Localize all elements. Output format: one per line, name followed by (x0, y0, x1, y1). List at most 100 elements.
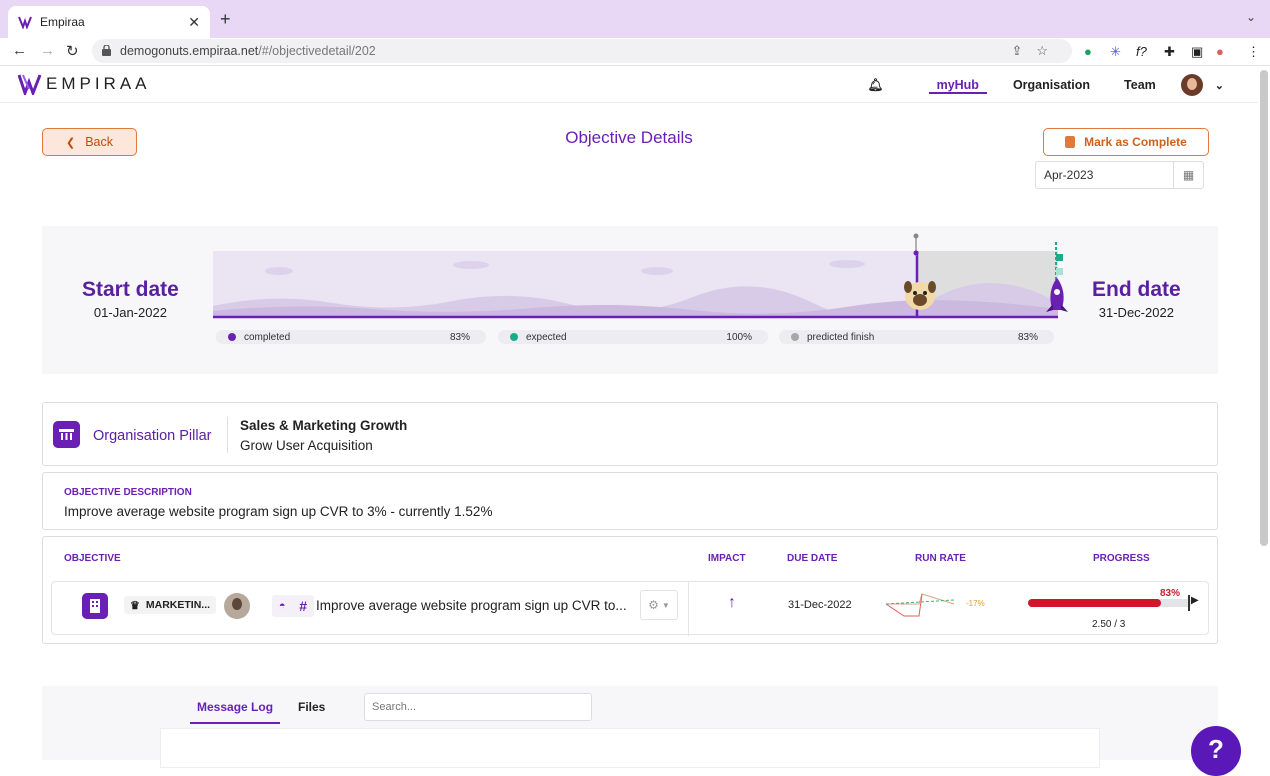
run-rate-sparkline: -17% (885, 593, 985, 617)
pillar-divider (227, 417, 228, 453)
tab-search-chevron-icon[interactable]: ⌄ (1246, 10, 1256, 24)
run-rate-value: -17% (966, 599, 985, 608)
progress-target-marker (1188, 595, 1190, 611)
hash-icon: # (299, 598, 308, 614)
tab-message-log[interactable]: Message Log (189, 700, 281, 724)
legend-predicted-finish: predicted finish 83% (779, 330, 1054, 344)
empiraa-logo-icon (18, 74, 42, 95)
empiraa-logo[interactable]: EMPIRAA (18, 73, 151, 95)
crown-icon: ♛ (130, 599, 140, 612)
message-log-panel: Message Log Files (42, 686, 1218, 768)
caret-down-icon: ▼ (661, 600, 670, 610)
predicted-dot-icon (791, 333, 799, 341)
period-value: Apr-2023 (1044, 168, 1094, 182)
progress-bar: 83% ▶ (1028, 588, 1199, 611)
progress-fill (1028, 599, 1161, 607)
profile-avatar-icon[interactable]: ● (1216, 44, 1224, 59)
description-text: Improve average website program sign up … (64, 504, 493, 519)
legend-predicted-value: 83% (1017, 331, 1038, 343)
play-arrow-icon[interactable]: ▶ (1191, 595, 1199, 606)
gauge-icon: ◓ (278, 600, 286, 612)
department-label: MARKETIN... (145, 599, 211, 611)
nav-link-team[interactable]: Team (1124, 67, 1156, 103)
current-position-marker-icon (913, 233, 919, 256)
formula-extension-icon[interactable]: f? (1136, 44, 1147, 59)
pillar-label: Organisation Pillar (93, 428, 212, 444)
url-host: demogonuts.empiraa.net (120, 44, 259, 58)
completed-dot-icon (228, 333, 236, 341)
pillar-building-icon (53, 421, 80, 448)
mark-as-complete-label: Mark as Complete (1084, 135, 1187, 149)
pillar-subtitle: Grow User Acquisition (240, 438, 373, 453)
row-divider (688, 582, 689, 636)
address-bar-row: ← → ↻ demogonuts.empiraa.net/#/objective… (0, 38, 1270, 66)
share-and-bookmark-icons[interactable]: ⇪☆ (1011, 43, 1062, 59)
legend-expected-label: expected (526, 331, 567, 343)
due-date: 31-Dec-2022 (788, 599, 852, 611)
period-date-picker[interactable]: Apr-2023 ▦ (1035, 161, 1204, 189)
back-arrow-icon[interactable]: ← (12, 42, 27, 59)
gear-icon: ⚙ (648, 598, 659, 612)
mark-as-complete-button[interactable]: Mark as Complete (1043, 128, 1209, 156)
end-date-value: 31-Dec-2022 (1098, 305, 1174, 320)
browser-tab-strip: Empiraa ✕ + ⌄ (0, 0, 1270, 38)
tab-files[interactable]: Files (298, 700, 325, 714)
end-date-label: End date (1092, 278, 1181, 301)
empiraa-favicon-icon (18, 16, 32, 29)
calendar-icon[interactable]: ▦ (1173, 162, 1203, 188)
end-date-block: End date 31-Dec-2022 (1092, 278, 1181, 320)
nav-link-organisation[interactable]: Organisation (1013, 67, 1090, 103)
legend-predicted-label: predicted finish (807, 331, 875, 343)
search-input[interactable] (364, 693, 592, 721)
clipboard-check-icon (1065, 136, 1076, 148)
progress-percent: 83% (1159, 588, 1180, 599)
grammarly-extension-icon[interactable]: ● (1084, 44, 1092, 59)
page-scrollbar[interactable] (1260, 70, 1268, 546)
message-log-card (160, 728, 1100, 768)
nav-link-myhub[interactable]: myHub (928, 67, 988, 103)
table-row[interactable]: ♛ MARKETIN... ◓ # Improve average websit… (51, 581, 1209, 636)
user-avatar[interactable] (1180, 74, 1203, 96)
side-panel-icon[interactable]: ▣ (1191, 44, 1203, 60)
objective-timeline: Start date 01-Jan-2022 End date 31-Dec-2… (42, 226, 1218, 374)
department-badge: ♛ MARKETIN... (124, 596, 217, 614)
column-header-progress: PROGRESS (1093, 553, 1150, 564)
objectives-table: OBJECTIVE IMPACT DUE DATE RUN RATE PROGR… (42, 536, 1218, 644)
legend-completed: completed 83% (216, 330, 486, 344)
reload-icon[interactable]: ↻ (66, 42, 79, 60)
help-button[interactable]: ? (1191, 726, 1241, 776)
start-date-value: 01-Jan-2022 (93, 305, 167, 320)
app-navbar: EMPIRAA 🔔︎ myHub Organisation Team ⌄ (0, 67, 1258, 103)
chevron-down-icon[interactable]: ⌄ (1215, 79, 1224, 92)
url-bar[interactable]: demogonuts.empiraa.net/#/objectivedetail… (92, 39, 1072, 63)
column-header-run-rate: RUN RATE (915, 553, 966, 564)
logo-text: EMPIRAA (46, 74, 151, 93)
extension-gear-icon[interactable]: ✳ (1110, 44, 1121, 60)
puzzle-extensions-icon[interactable]: ✚ (1164, 44, 1175, 60)
pillar-title: Sales & Marketing Growth (240, 418, 408, 433)
rocket-icon (1046, 278, 1068, 312)
legend-expected-value: 100% (726, 331, 752, 343)
description-heading: OBJECTIVE DESCRIPTION (64, 487, 192, 498)
column-header-due-date: DUE DATE (787, 553, 838, 564)
objective-building-icon (82, 593, 108, 619)
settings-gear-dropdown[interactable]: ⚙ ▼ (640, 590, 678, 620)
legend-expected: expected 100% (498, 330, 768, 344)
owner-avatar[interactable] (224, 593, 250, 619)
browser-tab[interactable]: Empiraa ✕ (8, 6, 210, 38)
new-tab-icon[interactable]: + (220, 9, 231, 30)
notifications-bell-icon[interactable]: 🔔︎ (868, 78, 884, 93)
lock-icon (102, 45, 111, 56)
legend-completed-label: completed (244, 331, 291, 343)
browser-menu-icon[interactable]: ⋮ (1247, 44, 1260, 60)
url-path: /#/objectivedetail/202 (258, 44, 376, 58)
column-header-objective: OBJECTIVE (64, 553, 121, 564)
progress-score: 2.50 / 3 (1092, 619, 1126, 630)
start-date-block: Start date 01-Jan-2022 (82, 278, 179, 320)
objective-description-card: OBJECTIVE DESCRIPTION Improve average we… (42, 472, 1218, 530)
close-tab-icon[interactable]: ✕ (188, 14, 200, 31)
start-date-label: Start date (82, 278, 179, 301)
expected-dot-icon (510, 333, 518, 341)
objective-title[interactable]: Improve average website program sign up … (316, 598, 627, 613)
forward-arrow-icon[interactable]: → (40, 42, 55, 59)
